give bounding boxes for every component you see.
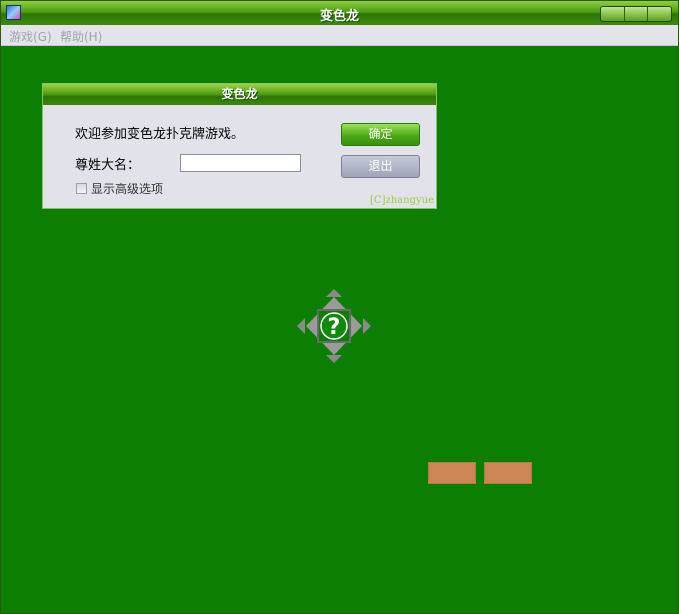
name-input[interactable]: [180, 154, 301, 172]
question-mark-glyph: ?: [328, 315, 341, 340]
welcome-text: 欢迎参加变色龙扑克牌游戏。: [75, 127, 245, 142]
welcome-dialog: 变色龙 欢迎参加变色龙扑克牌游戏。 尊姓大名： 显示高级选项 确定 退出 [C]…: [42, 83, 437, 209]
menu-bar: 游戏(G) 帮助(H): [1, 25, 678, 46]
dialog-title: 变色龙: [43, 84, 436, 105]
maximize-button[interactable]: [624, 7, 649, 21]
title-bar[interactable]: 变色龙: [1, 1, 678, 25]
copyright-text: [C]zhangyue: [370, 195, 434, 206]
deck-tile-left[interactable]: [428, 462, 476, 484]
close-button[interactable]: [648, 7, 671, 21]
exit-button[interactable]: 退出: [341, 155, 420, 178]
advanced-options-label: 显示高级选项: [91, 182, 164, 196]
deck-tile-right[interactable]: [484, 462, 532, 484]
window-controls: [600, 6, 672, 22]
menu-game[interactable]: 游戏(G): [9, 28, 52, 45]
ok-button[interactable]: 确定: [341, 123, 420, 146]
window-title: 变色龙: [319, 9, 359, 24]
menu-help[interactable]: 帮助(H): [60, 28, 102, 45]
advanced-options-checkbox[interactable]: [76, 183, 87, 194]
advanced-options-toggle[interactable]: 显示高级选项: [76, 180, 163, 197]
name-label: 尊姓大名：: [75, 158, 141, 173]
minimize-button[interactable]: [601, 7, 625, 21]
question-mark-icon[interactable]: ?: [296, 287, 372, 365]
main-window: 变色龙 游戏(G) 帮助(H) 变色龙 欢迎参加变色龙扑克牌游戏。 尊姓大名： …: [0, 0, 679, 614]
